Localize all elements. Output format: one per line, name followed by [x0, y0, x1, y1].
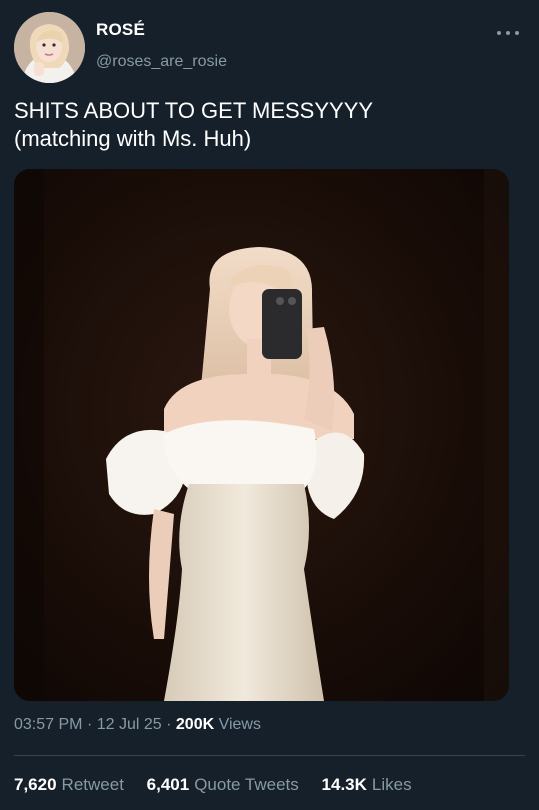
- tweet-date[interactable]: 12 Jul 25: [97, 716, 162, 733]
- tweet-media[interactable]: [14, 169, 509, 701]
- retweets-stat[interactable]: 7,620 Retweet: [14, 775, 124, 795]
- engagement-stats: 7,620 Retweet 6,401 Quote Tweets 14.3K Like…: [14, 775, 430, 795]
- retweets-count: 7,620: [14, 775, 57, 794]
- divider: [14, 755, 525, 756]
- photo: [14, 169, 509, 701]
- tweet-text: SHITS ABOUT TO GET MESSYYYY (matching wi…: [14, 98, 374, 151]
- likes-count: 14.3K: [321, 775, 367, 794]
- tweet-header: ROSÉ @roses_are_rosie: [14, 12, 525, 84]
- views-count: 200K: [175, 716, 215, 733]
- views-label: Views: [218, 716, 261, 733]
- user-names: ROSÉ @roses_are_rosie: [96, 20, 227, 71]
- separator: ·: [86, 716, 93, 733]
- likes-stat[interactable]: 14.3K Likes: [322, 775, 412, 795]
- dot: [497, 31, 501, 35]
- quote-tweets-stat[interactable]: 6,401 Quote Tweets: [147, 775, 299, 795]
- dot: [515, 31, 519, 35]
- quote-tweets-count: 6,401: [146, 775, 190, 794]
- tweet-meta: 03:57 PM · 12 Jul 25 · 200K Views: [14, 716, 261, 734]
- dot: [506, 31, 510, 35]
- display-name[interactable]: ROSÉ: [96, 20, 227, 40]
- avatar-image: [14, 12, 85, 83]
- user-handle[interactable]: @roses_are_rosie: [96, 53, 227, 71]
- separator: ·: [166, 716, 172, 733]
- retweets-label: Retweet: [61, 775, 124, 794]
- likes-label: Likes: [371, 775, 412, 794]
- tweet-time[interactable]: 03:57 PM: [14, 716, 82, 733]
- quote-tweets-label: Quote Tweets: [194, 775, 299, 794]
- avatar[interactable]: [14, 12, 85, 83]
- more-options-icon[interactable]: [497, 28, 519, 38]
- tweet-card: ROSÉ @roses_are_rosie SHITS ABOUT TO GET…: [0, 0, 539, 810]
